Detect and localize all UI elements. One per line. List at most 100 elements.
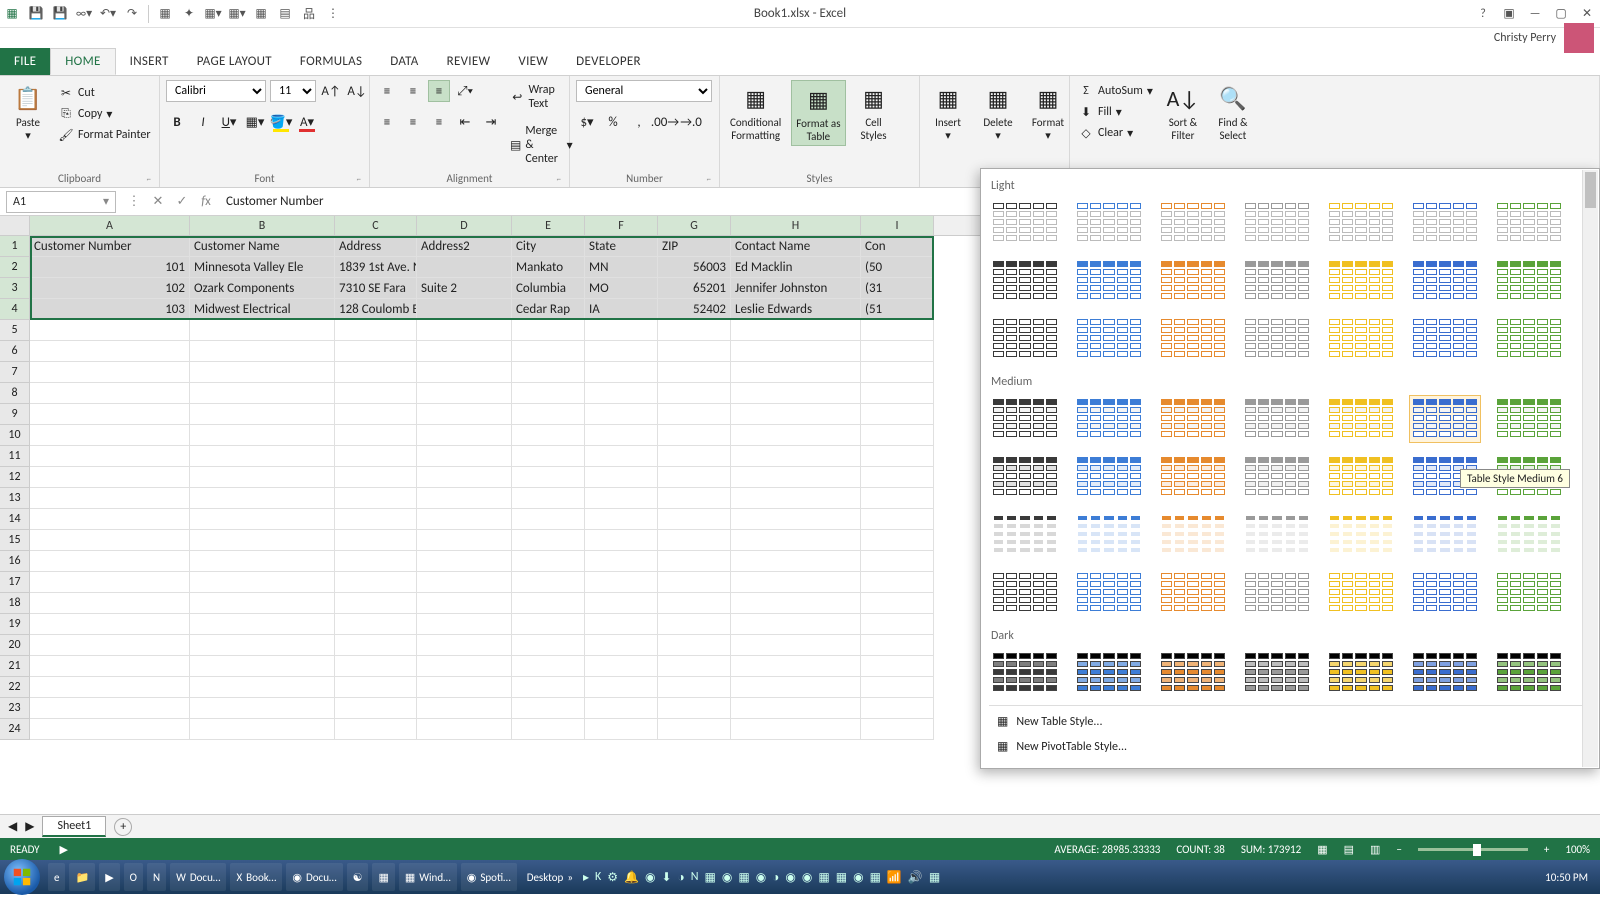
format-painter-button[interactable]: 🖌Format Painter — [56, 126, 153, 144]
table-style-option[interactable] — [1073, 199, 1145, 247]
layout-icon[interactable]: ▦ — [253, 6, 269, 22]
minimize-icon[interactable]: — — [1526, 5, 1544, 23]
cell[interactable] — [585, 719, 658, 740]
table-style-option[interactable] — [1073, 511, 1145, 559]
cell[interactable] — [658, 362, 731, 383]
cell[interactable] — [335, 635, 417, 656]
cell[interactable]: ZIP — [658, 236, 731, 257]
cell[interactable] — [512, 719, 585, 740]
cut-button[interactable]: ✂Cut — [56, 84, 153, 102]
cell[interactable] — [658, 677, 731, 698]
cell[interactable] — [731, 551, 861, 572]
cell[interactable]: 65201 — [658, 278, 731, 299]
cell[interactable] — [417, 467, 512, 488]
taskbar-spotify[interactable]: ◉ Spoti… — [461, 863, 517, 891]
cell[interactable] — [861, 362, 934, 383]
row-header[interactable]: 23 — [0, 698, 30, 719]
row-header[interactable]: 15 — [0, 530, 30, 551]
cell[interactable]: State — [585, 236, 658, 257]
cell[interactable]: 52402 — [658, 299, 731, 320]
cell[interactable]: Contact Name — [731, 236, 861, 257]
cell[interactable]: Mankato — [512, 257, 585, 278]
table-style-option[interactable] — [989, 257, 1061, 305]
table-style-option[interactable] — [1157, 315, 1229, 363]
cell[interactable]: IA — [585, 299, 658, 320]
table-style-option[interactable] — [1493, 257, 1565, 305]
cell[interactable] — [335, 677, 417, 698]
cell[interactable] — [30, 320, 190, 341]
table-style-option[interactable] — [1409, 569, 1481, 617]
undo-icon[interactable]: ↶▾ — [100, 6, 116, 22]
fill-button[interactable]: ⬇Fill ▾ — [1076, 103, 1155, 121]
row-header[interactable]: 2 — [0, 257, 30, 278]
doc-icon[interactable]: ▤ — [277, 6, 293, 22]
row-header[interactable]: 10 — [0, 425, 30, 446]
cell[interactable] — [585, 467, 658, 488]
cell[interactable]: Cedar Rap — [512, 299, 585, 320]
redo-icon[interactable]: ↷ — [124, 6, 140, 22]
align-middle-icon[interactable]: ≡ — [402, 80, 424, 102]
align-right-icon[interactable]: ≡ — [428, 111, 450, 133]
row-header[interactable]: 19 — [0, 614, 30, 635]
percent-icon[interactable]: % — [602, 111, 624, 133]
column-header[interactable]: B — [190, 216, 335, 235]
cell[interactable] — [861, 719, 934, 740]
cell[interactable] — [30, 446, 190, 467]
cell[interactable] — [861, 635, 934, 656]
cell[interactable] — [417, 719, 512, 740]
cell[interactable] — [335, 656, 417, 677]
save-icon[interactable]: 💾 — [28, 6, 44, 22]
cell[interactable] — [658, 698, 731, 719]
format-cells-button[interactable]: ▦Format▾ — [1026, 80, 1070, 144]
column-header[interactable]: F — [585, 216, 658, 235]
cell[interactable] — [585, 383, 658, 404]
cell[interactable] — [585, 635, 658, 656]
table-style-option[interactable] — [1325, 257, 1397, 305]
cell[interactable] — [30, 551, 190, 572]
system-tray[interactable]: ▸K⚙🔔◉⬇◑N▦◉▦◉◑◉◉▦▦◉▦📶🔊▦ — [583, 870, 940, 885]
cell[interactable] — [335, 320, 417, 341]
cell[interactable]: Address — [335, 236, 417, 257]
row-header[interactable]: 12 — [0, 467, 30, 488]
cell[interactable] — [30, 635, 190, 656]
cell[interactable] — [861, 404, 934, 425]
save-icon-2[interactable]: 💾 — [52, 6, 68, 22]
user-avatar[interactable] — [1564, 23, 1594, 53]
table-style-option[interactable] — [1493, 395, 1565, 443]
user-name[interactable]: Christy Perry — [1494, 31, 1556, 45]
cell[interactable] — [731, 656, 861, 677]
cell[interactable] — [731, 509, 861, 530]
table-style-option[interactable] — [1409, 649, 1481, 697]
new-table-style-button[interactable]: ▦New Table Style... — [993, 712, 1589, 731]
cell[interactable] — [417, 446, 512, 467]
cell[interactable]: 128 Coulomb Blvd. — [335, 299, 417, 320]
tab-file[interactable]: FILE — [0, 48, 50, 75]
cell[interactable]: City — [512, 236, 585, 257]
table-style-option[interactable] — [1241, 453, 1313, 501]
cell[interactable] — [335, 719, 417, 740]
cell[interactable] — [512, 614, 585, 635]
font-color-button[interactable]: A▾ — [296, 111, 318, 133]
cell[interactable] — [585, 530, 658, 551]
row-header[interactable]: 21 — [0, 656, 30, 677]
cell[interactable] — [512, 698, 585, 719]
cell[interactable] — [190, 656, 335, 677]
cell[interactable] — [512, 509, 585, 530]
find-select-button[interactable]: 🔍Find & Select — [1211, 80, 1255, 144]
cell[interactable] — [512, 446, 585, 467]
cell[interactable] — [417, 383, 512, 404]
row-header[interactable]: 9 — [0, 404, 30, 425]
cell[interactable] — [861, 698, 934, 719]
cell[interactable] — [30, 488, 190, 509]
row-header[interactable]: 14 — [0, 509, 30, 530]
cell[interactable]: 102 — [30, 278, 190, 299]
table-style-option[interactable] — [1157, 649, 1229, 697]
cell[interactable] — [190, 572, 335, 593]
cell[interactable] — [512, 425, 585, 446]
cell[interactable]: MN — [585, 257, 658, 278]
cell[interactable] — [417, 635, 512, 656]
row-header[interactable]: 4 — [0, 299, 30, 320]
cell[interactable] — [861, 656, 934, 677]
grid-icon[interactable]: ▦▾ — [229, 6, 245, 22]
cell[interactable] — [190, 341, 335, 362]
